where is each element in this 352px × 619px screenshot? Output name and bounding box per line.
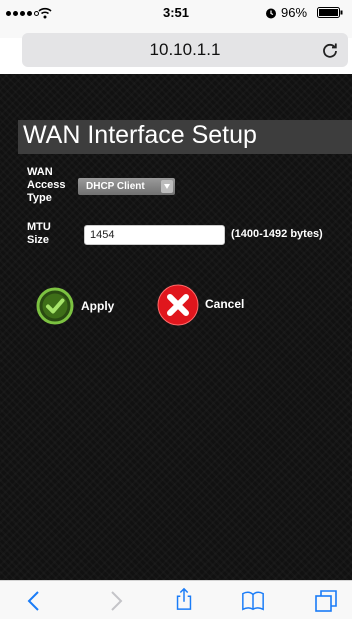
x-circle-icon xyxy=(157,284,199,326)
wan-access-type-value: DHCP Client xyxy=(86,181,145,192)
wan-access-type-label: WAN Access Type xyxy=(27,166,66,204)
alarm-icon xyxy=(266,8,276,19)
address-bar[interactable]: 10.10.1.1 xyxy=(22,33,348,67)
page-title: WAN Interface Setup xyxy=(23,121,257,149)
wan-access-type-select[interactable]: DHCP Client xyxy=(78,178,175,195)
apply-label: Apply xyxy=(81,299,115,313)
browser-toolbar xyxy=(0,580,352,619)
chevron-down-icon xyxy=(161,180,173,193)
cancel-label: Cancel xyxy=(205,297,245,311)
book-icon[interactable] xyxy=(241,589,265,613)
mtu-size-label: MTU Size xyxy=(27,221,51,246)
apply-button[interactable]: Apply xyxy=(35,286,130,326)
tabs-icon[interactable] xyxy=(314,589,338,613)
chevron-right-icon[interactable] xyxy=(103,589,127,613)
reload-icon[interactable] xyxy=(321,41,339,59)
mtu-size-input[interactable]: 1454 xyxy=(84,225,225,245)
share-icon[interactable] xyxy=(172,587,196,611)
battery-icon xyxy=(317,7,343,18)
battery-percentage: 96% xyxy=(281,5,308,20)
checkmark-circle-icon xyxy=(36,287,74,325)
page-content: WAN Interface Setup WAN Access Type DHCP… xyxy=(0,74,352,580)
mtu-range-hint: (1400-1492 bytes) xyxy=(231,228,323,240)
chevron-left-icon[interactable] xyxy=(23,589,47,613)
url-text: 10.10.1.1 xyxy=(149,40,221,59)
title-band: WAN Interface Setup xyxy=(18,120,352,154)
cancel-button[interactable]: Cancel xyxy=(157,284,257,326)
